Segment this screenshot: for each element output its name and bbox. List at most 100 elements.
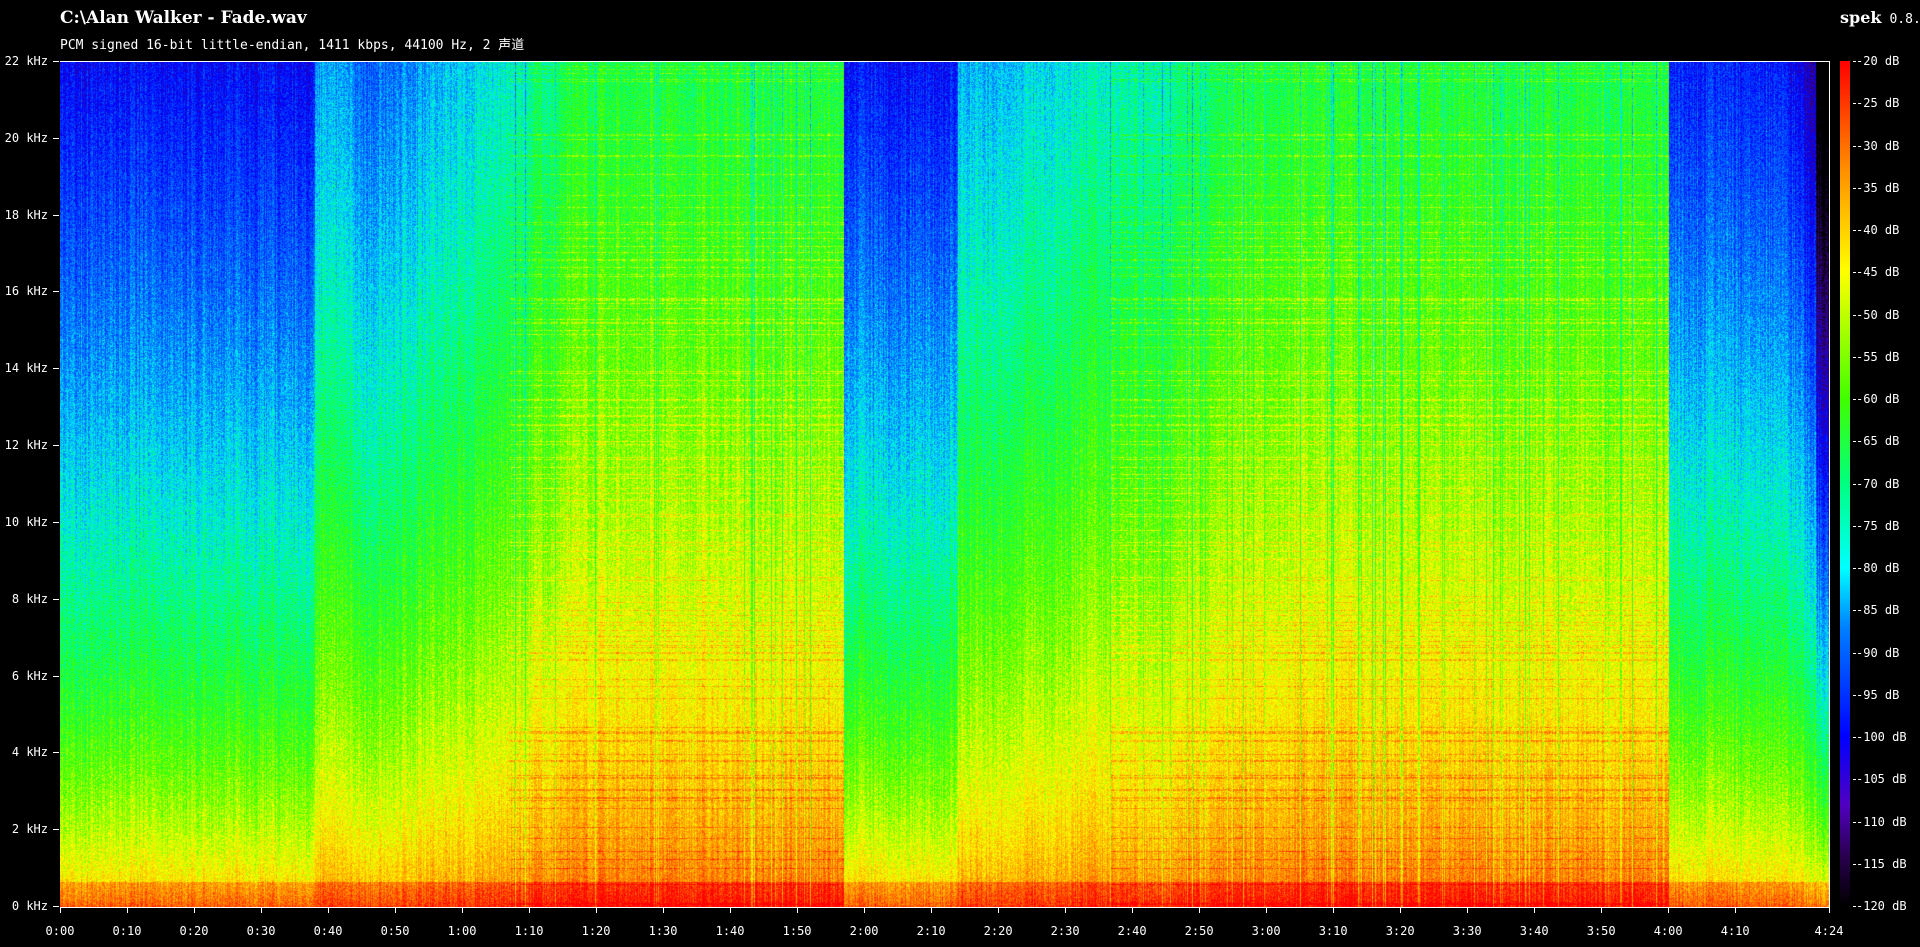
frequency-label: 8 kHz xyxy=(11,591,48,606)
time-tick xyxy=(395,907,397,913)
frequency-tick xyxy=(53,291,59,293)
frequency-tick xyxy=(53,521,59,523)
frequency-label: 0 kHz xyxy=(11,899,48,913)
time-tick xyxy=(931,907,933,913)
db-tick xyxy=(1853,737,1856,738)
time-tick xyxy=(1400,907,1402,913)
time-label: 3:10 xyxy=(1318,924,1348,938)
frequency-tick xyxy=(53,61,59,62)
db-tick xyxy=(1853,906,1856,907)
db-tick xyxy=(1853,230,1856,231)
time-tick xyxy=(462,907,464,913)
db-tick xyxy=(1853,145,1856,147)
spectrogram-canvas xyxy=(60,62,1829,907)
time-tick xyxy=(1266,907,1268,913)
time-label: 1:50 xyxy=(782,924,812,938)
time-tick xyxy=(1333,907,1335,913)
frequency-tick xyxy=(53,906,59,907)
frequency-tick xyxy=(53,214,59,216)
time-label: 0:30 xyxy=(246,924,276,938)
frequency-label: 14 kHz xyxy=(4,361,48,376)
db-label: -65 dB xyxy=(1856,434,1900,449)
time-label: 1:00 xyxy=(447,924,477,938)
frequency-label: 4 kHz xyxy=(11,745,48,760)
app-name: spek xyxy=(1840,8,1882,27)
time-tick xyxy=(60,907,61,913)
time-label: 0:50 xyxy=(380,924,410,938)
frequency-label: 20 kHz xyxy=(4,130,48,145)
time-tick xyxy=(998,907,1000,913)
frequency-label: 22 kHz xyxy=(4,54,48,68)
time-tick xyxy=(596,907,598,913)
db-tick xyxy=(1853,694,1856,696)
time-tick xyxy=(529,907,531,913)
db-label: -35 dB xyxy=(1856,180,1900,195)
time-tick xyxy=(864,907,866,913)
frequency-tick xyxy=(53,752,59,754)
frequency-label: 12 kHz xyxy=(4,438,48,453)
db-tick xyxy=(1853,483,1856,485)
time-label: 1:10 xyxy=(514,924,544,938)
time-label: 3:20 xyxy=(1385,924,1415,938)
time-label: 4:24 xyxy=(1814,924,1844,938)
time-label: 2:00 xyxy=(849,924,879,938)
db-label: -50 dB xyxy=(1856,307,1900,322)
time-tick xyxy=(797,907,799,913)
time-tick xyxy=(328,907,330,913)
time-label: 4:10 xyxy=(1720,924,1750,938)
time-tick xyxy=(1065,907,1067,913)
time-tick xyxy=(1467,907,1469,913)
db-tick xyxy=(1853,399,1856,400)
frequency-tick xyxy=(53,368,59,370)
frequency-tick xyxy=(53,137,59,139)
db-tick xyxy=(1853,610,1856,612)
time-label: 0:40 xyxy=(313,924,343,938)
frequency-label: 16 kHz xyxy=(4,284,48,299)
frequency-label: 18 kHz xyxy=(4,207,48,222)
db-label: -25 dB xyxy=(1856,96,1900,111)
time-label: 2:20 xyxy=(983,924,1013,938)
time-label: 4:00 xyxy=(1653,924,1683,938)
db-label: -100 dB xyxy=(1856,730,1907,744)
time-tick xyxy=(1668,907,1670,913)
db-label: -105 dB xyxy=(1856,772,1907,787)
time-label: 3:40 xyxy=(1519,924,1549,938)
time-label: 3:30 xyxy=(1452,924,1482,938)
db-label: -80 dB xyxy=(1856,561,1900,575)
db-color-scale xyxy=(1840,61,1850,906)
time-label: 0:20 xyxy=(179,924,209,938)
frequency-label: 10 kHz xyxy=(4,514,48,529)
db-tick xyxy=(1853,863,1856,865)
time-label: 3:50 xyxy=(1586,924,1616,938)
stream-info: PCM signed 16-bit little-endian, 1411 kb… xyxy=(60,38,525,53)
frequency-tick xyxy=(53,675,59,677)
spectrogram-plot xyxy=(60,61,1830,908)
db-label: -120 dB xyxy=(1856,899,1907,913)
db-tick xyxy=(1853,568,1856,569)
time-label: 1:30 xyxy=(648,924,678,938)
time-tick xyxy=(1735,907,1737,913)
time-label: 0:10 xyxy=(112,924,142,938)
frequency-label: 6 kHz xyxy=(11,668,48,683)
db-tick xyxy=(1853,821,1856,823)
frequency-tick xyxy=(53,445,59,447)
db-label: -40 dB xyxy=(1856,223,1900,237)
time-label: 1:20 xyxy=(581,924,611,938)
db-tick xyxy=(1853,103,1856,105)
db-tick xyxy=(1853,272,1856,274)
db-label: -60 dB xyxy=(1856,392,1900,406)
db-tick xyxy=(1853,187,1856,189)
frequency-label: 2 kHz xyxy=(11,822,48,837)
db-tick xyxy=(1853,779,1856,781)
db-label: -30 dB xyxy=(1856,138,1900,153)
db-label: -115 dB xyxy=(1856,856,1907,871)
db-label: -110 dB xyxy=(1856,814,1907,829)
time-tick xyxy=(1199,907,1201,913)
db-label: -85 dB xyxy=(1856,603,1900,618)
time-tick xyxy=(127,907,128,913)
file-title: C:\Alan Walker - Fade.wav xyxy=(60,8,307,28)
app-version-label: spek 0.8. xyxy=(1840,8,1920,27)
app-version: 0.8. xyxy=(1889,12,1920,27)
time-label: 3:00 xyxy=(1251,924,1281,938)
time-label: 2:30 xyxy=(1050,924,1080,938)
